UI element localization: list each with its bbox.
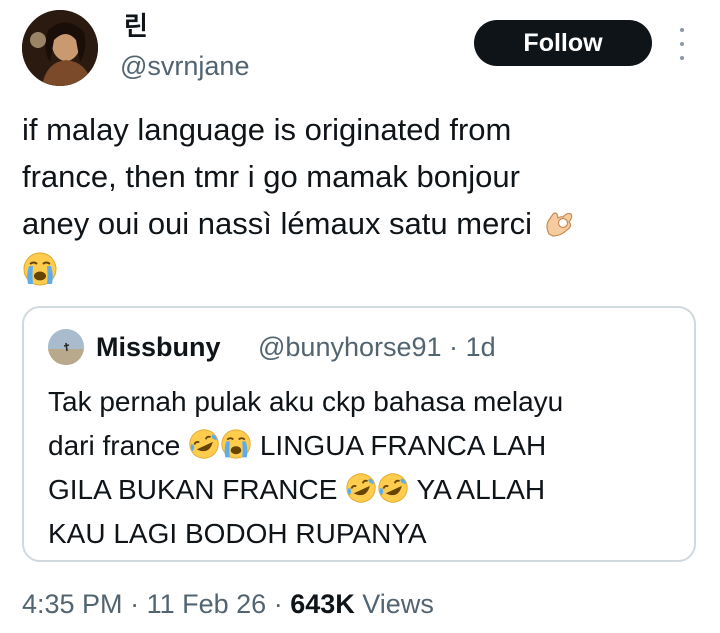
tweet-text-line: aney oui oui nassì lémaux satu merci — [22, 200, 702, 247]
follow-button[interactable]: Follow — [474, 20, 652, 66]
quoted-author-name[interactable]: Missbuny — [96, 330, 221, 364]
quoted-avatar-photo — [48, 329, 84, 365]
tweet-footer: 4:35 PM · 11 Feb 26 · 643K Views — [22, 586, 434, 622]
more-dot — [680, 56, 684, 60]
quoted-tweet-text: Tak pernah pulak aku ckp bahasa melayu d… — [48, 380, 678, 556]
quoted-author-meta: @bunyhorse91 · 1d — [258, 330, 496, 364]
quoted-text-line: Tak pernah pulak aku ckp bahasa melayu — [48, 386, 564, 417]
quoted-tweet-time[interactable]: 1d — [466, 332, 496, 362]
quoted-text-line: dari france LINGUA FRANCA LAH — [48, 424, 678, 468]
footer-separator: · — [273, 589, 283, 619]
views-count[interactable]: 643K — [290, 589, 355, 619]
author-avatar[interactable] — [22, 10, 98, 86]
tweet-text-line: if malay language is originated from — [22, 112, 512, 147]
author-handle[interactable]: @svrnjane — [120, 50, 249, 82]
rolling-laughing-emoji — [378, 473, 408, 503]
tweet-text-line-content: aney oui oui nassì lémaux satu merci — [22, 206, 533, 241]
tweet-text-line — [22, 247, 702, 294]
loudly-crying-emoji — [221, 429, 251, 459]
rolling-laughing-emoji — [346, 473, 376, 503]
quoted-tweet[interactable]: Missbuny @bunyhorse91 · 1d Tak pernah pu… — [22, 306, 696, 562]
tweet-card: 린 @svrnjane Follow if malay language is … — [0, 0, 720, 633]
avatar-photo — [22, 10, 98, 86]
quoted-text-line: GILA BUKAN FRANCE YA ALLAH — [48, 468, 678, 512]
more-vertical-icon[interactable] — [672, 28, 692, 60]
tweet-time[interactable]: 4:35 PM — [22, 589, 123, 619]
quoted-text-line: KAU LAGI BODOH RUPANYA — [48, 518, 427, 549]
quoted-author-avatar[interactable] — [48, 329, 84, 365]
quoted-text-segment: LINGUA FRANCA LAH — [259, 430, 547, 461]
views-label: Views — [362, 589, 434, 619]
quoted-author-handle[interactable]: @bunyhorse91 — [258, 332, 442, 362]
more-dot — [680, 28, 684, 32]
author-display-name[interactable]: 린 — [124, 12, 148, 42]
quoted-text-segment: GILA BUKAN FRANCE — [48, 474, 338, 505]
rolling-laughing-emoji — [189, 429, 219, 459]
tweet-date[interactable]: 11 Feb 26 — [147, 589, 267, 619]
ok-hand-emoji — [546, 212, 572, 237]
loudly-crying-emoji — [23, 252, 57, 286]
more-dot — [680, 42, 684, 46]
tweet-text-line: france, then tmr i go mamak bonjour — [22, 159, 520, 194]
footer-separator: · — [130, 589, 140, 619]
meta-separator: · — [449, 332, 459, 362]
tweet-text: if malay language is originated from fra… — [22, 106, 702, 294]
quoted-text-segment: dari france — [48, 430, 181, 461]
quoted-text-segment: YA ALLAH — [416, 474, 546, 505]
